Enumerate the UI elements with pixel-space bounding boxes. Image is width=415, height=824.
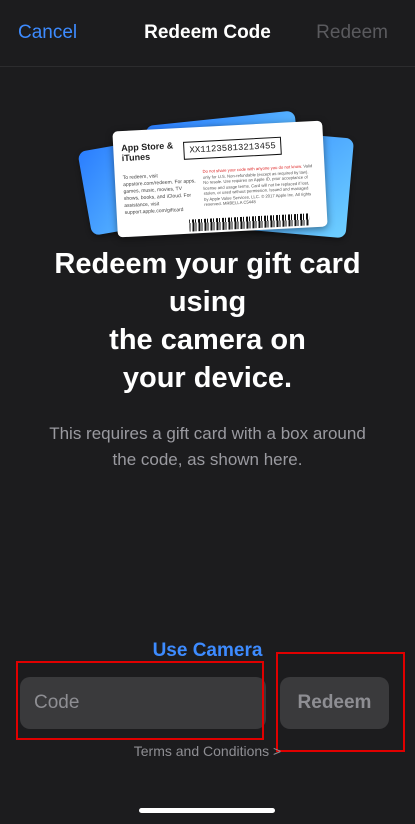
navigation-bar: Cancel Redeem Code Redeem (0, 0, 415, 67)
nav-redeem-button[interactable]: Redeem (316, 22, 388, 44)
use-camera-button[interactable]: Use Camera (0, 640, 415, 662)
redeem-button[interactable]: Redeem (280, 677, 389, 729)
gift-card-front: App Store & iTunes XX11235813213455 To r… (112, 120, 328, 238)
headline: Redeem your gift card using the camera o… (54, 248, 361, 394)
description-text: This requires a gift card with a box aro… (49, 424, 366, 469)
gift-card-illustration: App Store & iTunes XX11235813213455 To r… (77, 110, 355, 239)
card-brand: App Store & iTunes (120, 140, 174, 164)
card-code-box: XX11235813213455 (183, 136, 283, 160)
redeem-code-sheet: Cancel Redeem Code Redeem App Store & iT… (0, 0, 415, 824)
card-fine-print: Do not share your code with anyone you d… (202, 163, 314, 207)
card-serial: MRBELLA C5448 (222, 199, 256, 206)
card-redeem-text: To redeem, visit appstore.com/redeem. Fo… (122, 173, 196, 217)
terms-and-conditions-link[interactable]: Terms and Conditions > (0, 743, 415, 759)
home-indicator[interactable] (139, 808, 275, 813)
code-input[interactable] (20, 677, 266, 729)
